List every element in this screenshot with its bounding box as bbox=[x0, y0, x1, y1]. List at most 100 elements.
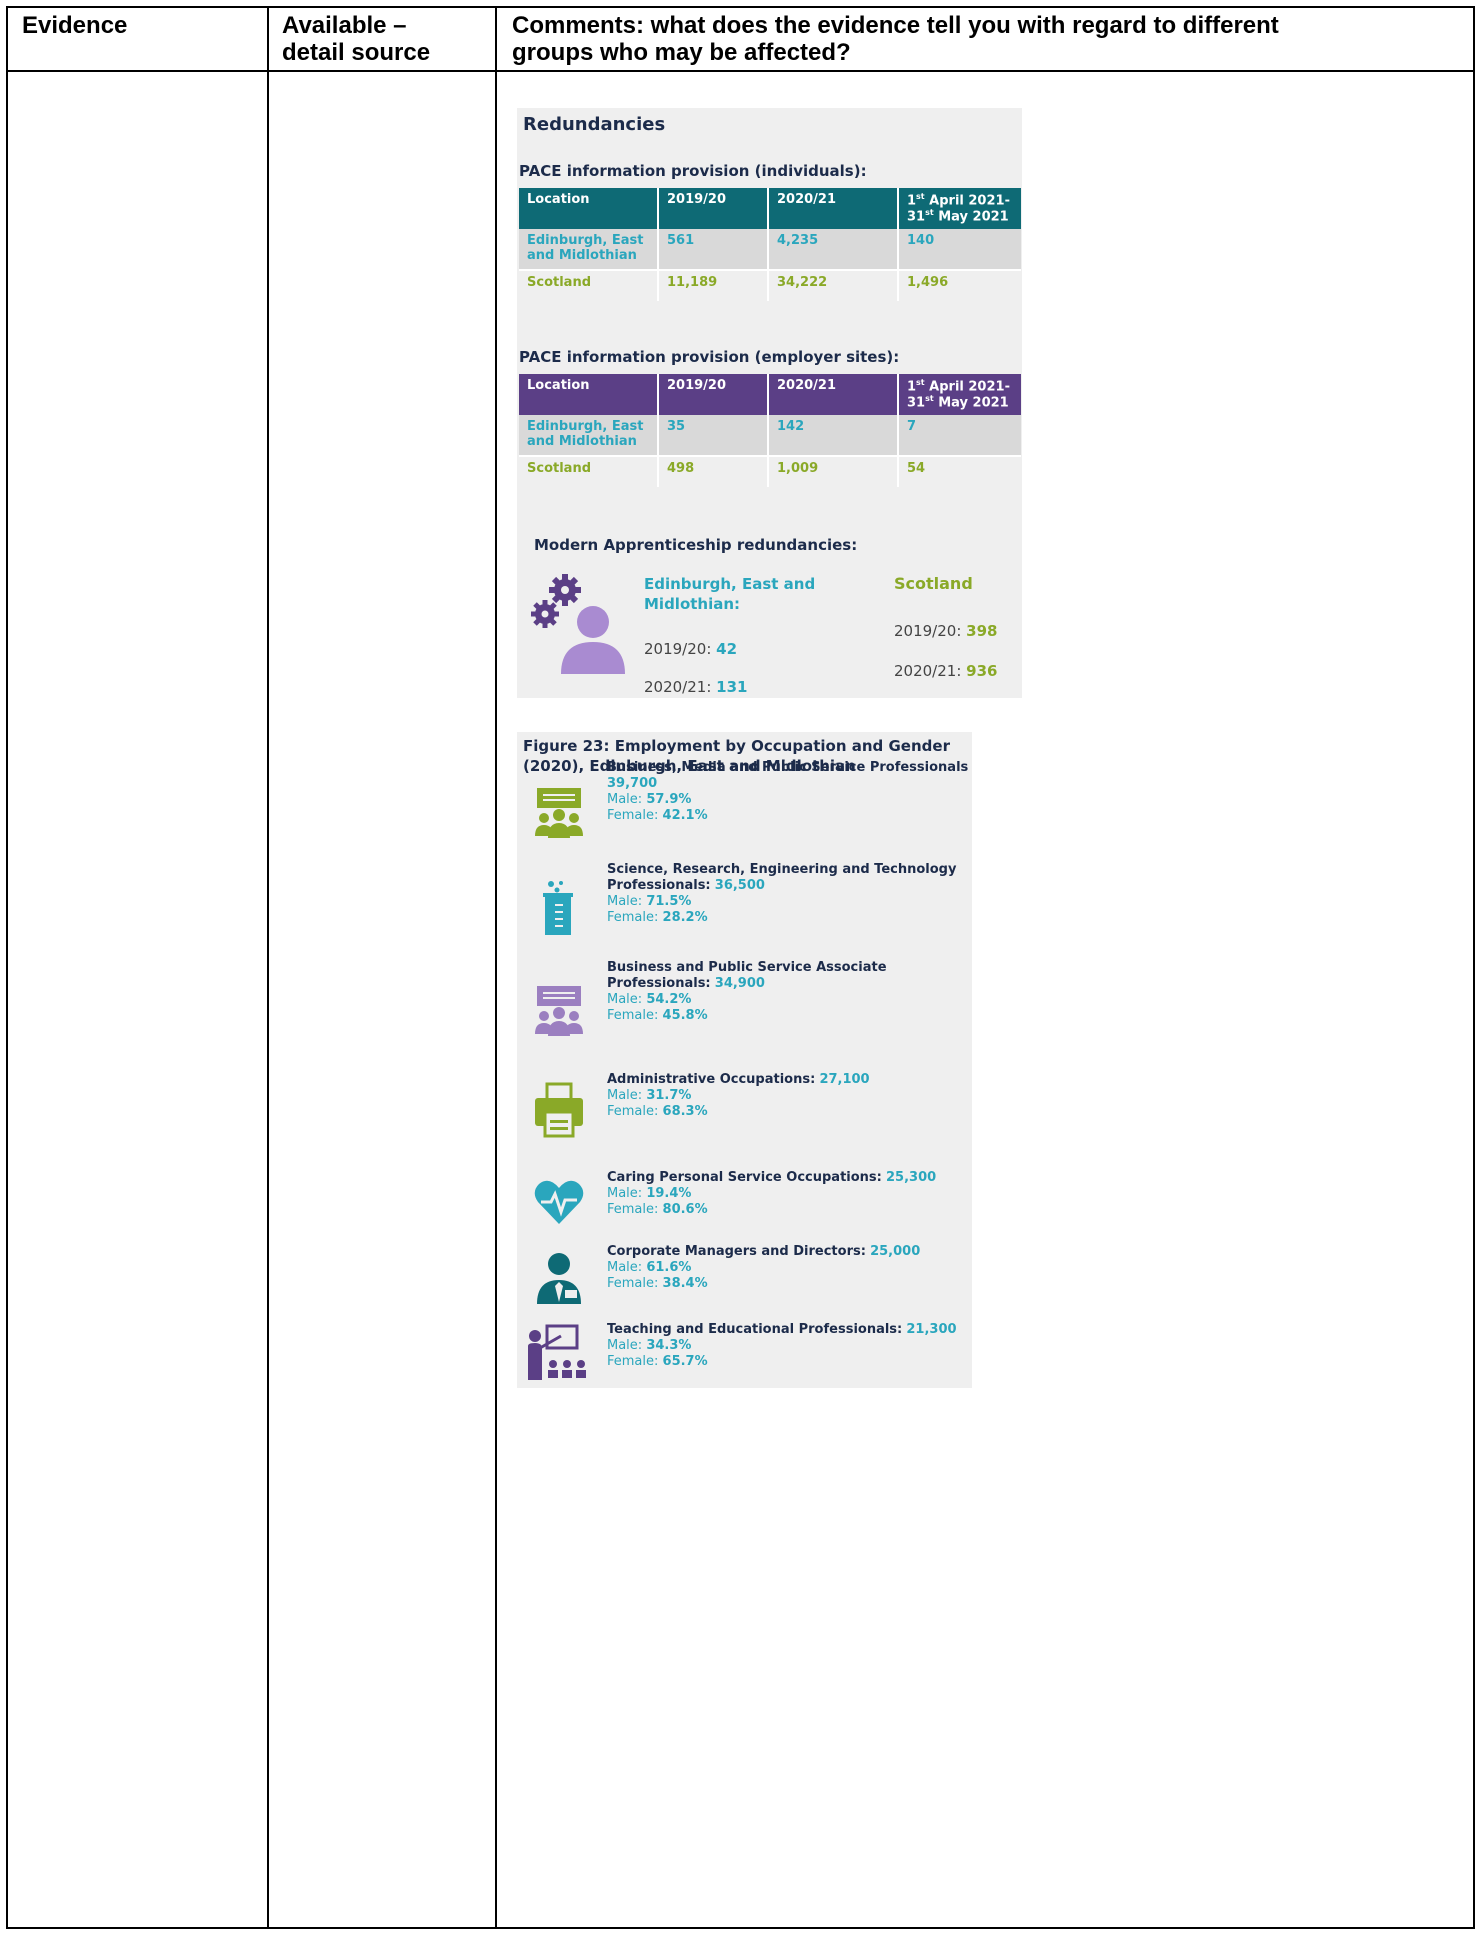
table-row: Edinburgh, East and Midlothian 561 4,235… bbox=[519, 228, 1021, 271]
table-cell: Scotland bbox=[519, 270, 659, 301]
table-cell: 4,235 bbox=[769, 228, 899, 271]
occupation-count: 39,700 bbox=[607, 776, 658, 791]
pace-individuals-table: Location 2019/20 2020/21 1st April 2021-… bbox=[519, 188, 1021, 301]
presentation-group-icon bbox=[535, 788, 583, 838]
teacher-icon bbox=[528, 1324, 586, 1380]
table-cell: Scotland bbox=[519, 456, 659, 487]
column-header: 2020/21 bbox=[769, 374, 899, 415]
occupation-male: Male: 34.3% bbox=[607, 1338, 692, 1353]
printer-icon bbox=[535, 1082, 583, 1138]
occupation-heading: Business and Public Service Associate Pr… bbox=[607, 960, 969, 992]
occupation-female: Female: 28.2% bbox=[607, 910, 708, 925]
evidence-table: Evidence Available – detail source Comme… bbox=[6, 6, 1475, 1929]
figure-23-panel: Figure 23: Employment by Occupation and … bbox=[517, 732, 972, 1388]
table-cell: 34,222 bbox=[769, 270, 899, 301]
table-cell: 561 bbox=[659, 228, 769, 271]
occupation-item: Caring Personal Service Occupations: 25,… bbox=[607, 1170, 969, 1218]
occupation-female: Female: 65.7% bbox=[607, 1354, 708, 1369]
column-header: 2019/20 bbox=[659, 374, 769, 415]
occupation-count: 25,000 bbox=[870, 1244, 921, 1259]
table-cell: 498 bbox=[659, 456, 769, 487]
occupation-item: Business and Public Service Associate Pr… bbox=[607, 960, 969, 1024]
occupation-count: 36,500 bbox=[714, 878, 765, 893]
occupation-item: Corporate Managers and Directors: 25,000… bbox=[607, 1244, 969, 1292]
apprenticeship-title: Modern Apprenticeship redundancies: bbox=[534, 536, 858, 554]
table-cell: Edinburgh, East and Midlothian bbox=[519, 414, 659, 457]
table-cell: 54 bbox=[899, 456, 1021, 487]
header-comments-line2: groups who may be affected? bbox=[512, 39, 851, 66]
apprenticeship-scotland-2019: 2019/20: 398 bbox=[894, 622, 998, 640]
apprenticeship-scotland-label: Scotland bbox=[894, 574, 973, 593]
gears-person-icon bbox=[531, 574, 625, 674]
occupation-name: Science, Research, Engineering and Techn… bbox=[607, 862, 957, 893]
occupation-count: 25,300 bbox=[886, 1170, 937, 1185]
occupation-female: Female: 42.1% bbox=[607, 808, 708, 823]
apprenticeship-eem-2020: 2020/21: 131 bbox=[644, 678, 748, 696]
column-header: Location bbox=[519, 188, 659, 229]
header-available-line1: Available – bbox=[282, 12, 407, 39]
occupation-male: Male: 54.2% bbox=[607, 992, 692, 1007]
occupation-heading: Teaching and Educational Professionals: … bbox=[607, 1322, 969, 1338]
table-cell: 11,189 bbox=[659, 270, 769, 301]
occupation-female: Female: 45.8% bbox=[607, 1008, 708, 1023]
occupation-male: Male: 71.5% bbox=[607, 894, 692, 909]
apprenticeship-scotland-2020: 2020/21: 936 bbox=[894, 662, 998, 680]
occupation-female: Female: 68.3% bbox=[607, 1104, 708, 1119]
pace-individuals-title: PACE information provision (individuals)… bbox=[519, 162, 867, 180]
table-row: Edinburgh, East and Midlothian 35 142 7 bbox=[519, 414, 1021, 457]
header-divider bbox=[8, 70, 1473, 72]
beaker-icon bbox=[543, 881, 573, 935]
pace-employer-title: PACE information provision (employer sit… bbox=[519, 348, 900, 366]
table-cell: 7 bbox=[899, 414, 1021, 457]
occupation-count: 21,300 bbox=[906, 1322, 957, 1337]
occupation-item: Administrative Occupations: 27,100 Male:… bbox=[607, 1072, 969, 1120]
occupation-count: 34,900 bbox=[714, 976, 765, 991]
column-divider bbox=[267, 8, 269, 1927]
table-cell: 35 bbox=[659, 414, 769, 457]
table-row: Scotland 498 1,009 54 bbox=[519, 456, 1021, 487]
occupation-heading: Science, Research, Engineering and Techn… bbox=[607, 862, 969, 894]
occupation-female: Female: 80.6% bbox=[607, 1202, 708, 1217]
redundancies-panel: Redundancies PACE information provision … bbox=[517, 108, 1022, 698]
table-cell: 1,009 bbox=[769, 456, 899, 487]
occupation-heading: Caring Personal Service Occupations: 25,… bbox=[607, 1170, 969, 1186]
occupation-name: Corporate Managers and Directors: bbox=[607, 1244, 866, 1259]
table-cell: 1,496 bbox=[899, 270, 1021, 301]
presentation-group-icon bbox=[535, 986, 583, 1036]
heart-pulse-icon bbox=[534, 1180, 584, 1224]
table-cell: Edinburgh, East and Midlothian bbox=[519, 228, 659, 271]
occupation-name: Teaching and Educational Professionals: bbox=[607, 1322, 903, 1337]
apprenticeship-eem-label: Edinburgh, East and Midlothian: bbox=[644, 575, 816, 613]
occupation-name: Business, Media and Public Service Profe… bbox=[607, 760, 969, 775]
table-row: Scotland 11,189 34,222 1,496 bbox=[519, 270, 1021, 301]
occupation-male: Male: 19.4% bbox=[607, 1186, 692, 1201]
header-evidence: Evidence bbox=[22, 12, 128, 39]
occupation-name: Administrative Occupations: bbox=[607, 1072, 816, 1087]
column-divider bbox=[495, 8, 497, 1927]
table-cell: 140 bbox=[899, 228, 1021, 271]
occupation-male: Male: 61.6% bbox=[607, 1260, 692, 1275]
column-header: 1st April 2021- 31st May 2021 bbox=[899, 374, 1021, 415]
header-available: Available – detail source bbox=[282, 12, 430, 66]
header-comments-line1: Comments: what does the evidence tell yo… bbox=[512, 12, 1279, 39]
redundancies-title: Redundancies bbox=[523, 114, 666, 135]
column-header: Location bbox=[519, 374, 659, 415]
occupation-name: Caring Personal Service Occupations: bbox=[607, 1170, 882, 1185]
column-header: 2020/21 bbox=[769, 188, 899, 229]
column-header: 2019/20 bbox=[659, 188, 769, 229]
occupation-male: Male: 31.7% bbox=[607, 1088, 692, 1103]
column-header: 1st April 2021- 31st May 2021 bbox=[899, 188, 1021, 229]
header-comments: Comments: what does the evidence tell yo… bbox=[512, 12, 1279, 66]
occupation-heading: Administrative Occupations: 27,100 bbox=[607, 1072, 969, 1088]
occupation-heading: Corporate Managers and Directors: 25,000 bbox=[607, 1244, 969, 1260]
apprenticeship-eem-2019: 2019/20: 42 bbox=[644, 640, 738, 658]
table-cell: 142 bbox=[769, 414, 899, 457]
manager-icon bbox=[537, 1253, 581, 1304]
occupation-female: Female: 38.4% bbox=[607, 1276, 708, 1291]
occupation-item: Science, Research, Engineering and Techn… bbox=[607, 862, 969, 926]
occupation-item: Teaching and Educational Professionals: … bbox=[607, 1322, 969, 1370]
occupation-item: Business, Media and Public Service Profe… bbox=[607, 760, 969, 824]
pace-employer-table: Location 2019/20 2020/21 1st April 2021-… bbox=[519, 374, 1021, 487]
header-available-line2: detail source bbox=[282, 39, 431, 66]
occupation-male: Male: 57.9% bbox=[607, 792, 692, 807]
